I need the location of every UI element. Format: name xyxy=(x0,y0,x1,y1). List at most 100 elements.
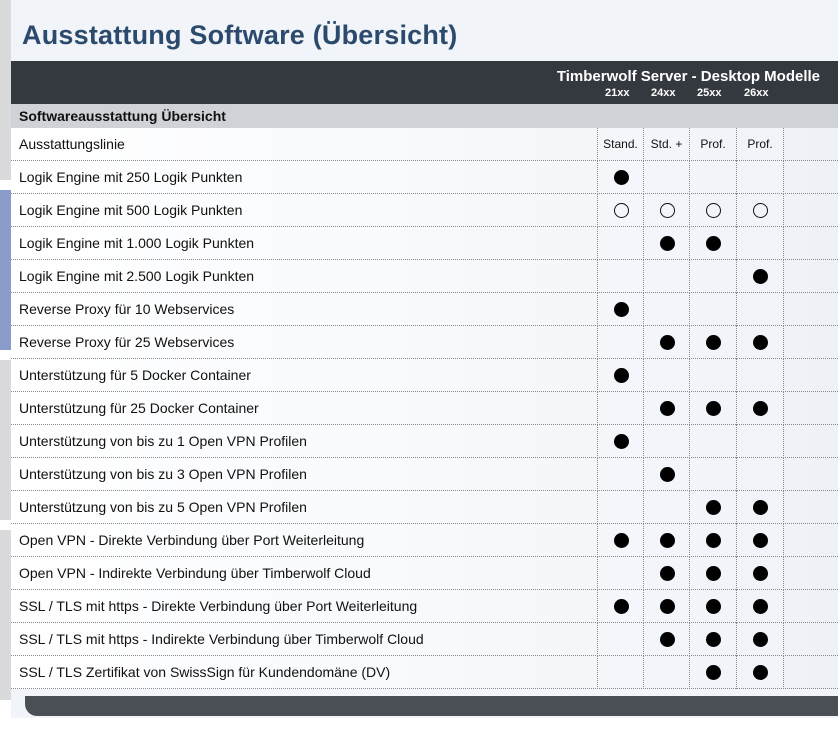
feature-cell xyxy=(597,194,643,227)
filled-circle-icon xyxy=(659,335,675,350)
table-row: Open VPN - Direkte Verbindung über Port … xyxy=(11,524,838,557)
filled-circle-icon xyxy=(613,533,629,548)
filled-circle-icon xyxy=(753,632,768,647)
filled-circle-icon xyxy=(706,533,721,548)
table-row: SSL / TLS mit https - Direkte Verbindung… xyxy=(11,590,838,623)
feature-cell xyxy=(736,161,784,194)
model-code: 25xx xyxy=(697,87,722,99)
product-heading: Timberwolf Server - Desktop Modelle xyxy=(556,68,820,85)
row-label: Reverse Proxy für 10 Webservices xyxy=(19,301,235,317)
row-label: SSL / TLS mit https - Direkte Verbindung… xyxy=(19,598,418,614)
filled-circle-icon xyxy=(753,401,768,416)
feature-cell xyxy=(736,458,784,491)
feature-cell xyxy=(736,656,784,689)
filled-circle-icon xyxy=(753,599,768,614)
row-label: Logik Engine mit 250 Logik Punkten xyxy=(19,169,243,185)
feature-cell xyxy=(597,524,643,557)
row-label: Reverse Proxy für 25 Webservices xyxy=(19,334,235,350)
row-label: Logik Engine mit 500 Logik Punkten xyxy=(19,202,243,218)
column-header: Prof. xyxy=(736,128,784,161)
table-row: Reverse Proxy für 10 Webservices xyxy=(11,293,838,326)
feature-cell xyxy=(736,623,784,656)
feature-cell xyxy=(597,590,643,623)
edge-strip-3 xyxy=(0,360,11,520)
filled-circle-icon xyxy=(706,335,721,350)
filled-circle-icon xyxy=(706,599,721,614)
filled-circle-icon xyxy=(659,236,675,251)
row-label: Logik Engine mit 2.500 Logik Punkten xyxy=(19,268,255,284)
filled-circle-icon xyxy=(613,170,629,185)
filled-circle-icon xyxy=(753,566,768,581)
feature-cell xyxy=(643,458,689,491)
feature-cell xyxy=(689,392,736,425)
page-title: Ausstattung Software (Übersicht) xyxy=(22,20,458,50)
table-row: Unterstützung für 25 Docker Container xyxy=(11,392,838,425)
table-row: Reverse Proxy für 25 Webservices xyxy=(11,326,838,359)
feature-cell xyxy=(597,392,643,425)
feature-cell xyxy=(643,293,689,326)
column-header: Std. + xyxy=(643,128,689,161)
feature-cell xyxy=(689,590,736,623)
feature-cell xyxy=(736,557,784,590)
edge-strip-4 xyxy=(0,530,11,700)
table-row: Unterstützung von bis zu 5 Open VPN Prof… xyxy=(11,491,838,524)
filled-circle-icon xyxy=(659,632,675,647)
feature-cell xyxy=(689,260,736,293)
feature-cell xyxy=(736,359,784,392)
table-row: Logik Engine mit 2.500 Logik Punkten xyxy=(11,260,838,293)
feature-cell xyxy=(597,161,643,194)
open-circle-icon xyxy=(659,203,675,218)
column-header-row: Ausstattungslinie Stand. Std. + Prof. Pr… xyxy=(11,128,838,161)
filled-circle-icon xyxy=(753,335,768,350)
filled-circle-icon xyxy=(753,665,768,680)
table-header: Timberwolf Server - Desktop Modelle 21xx… xyxy=(11,61,838,104)
feature-cell xyxy=(643,656,689,689)
feature-cell xyxy=(736,227,784,260)
table-row: Open VPN - Indirekte Verbindung über Tim… xyxy=(11,557,838,590)
feature-cell xyxy=(736,590,784,623)
feature-cell xyxy=(643,359,689,392)
table-row: SSL / TLS mit https - Indirekte Verbindu… xyxy=(11,623,838,656)
feature-table: Ausstattungslinie Stand. Std. + Prof. Pr… xyxy=(11,128,838,689)
feature-cell xyxy=(643,161,689,194)
feature-cell xyxy=(736,392,784,425)
row-label: Open VPN - Direkte Verbindung über Port … xyxy=(19,532,365,548)
table-row: Unterstützung von bis zu 3 Open VPN Prof… xyxy=(11,458,838,491)
model-code: 26xx xyxy=(744,87,769,99)
feature-cell xyxy=(597,227,643,260)
feature-cell xyxy=(643,557,689,590)
edge-strip-1 xyxy=(0,0,11,180)
feature-cell xyxy=(643,524,689,557)
row-label: Open VPN - Indirekte Verbindung über Tim… xyxy=(19,565,371,581)
filled-circle-icon xyxy=(706,566,721,581)
filled-circle-icon xyxy=(659,401,675,416)
row-label: Ausstattungslinie xyxy=(19,136,125,152)
model-code: 24xx xyxy=(651,87,676,99)
feature-cell xyxy=(689,359,736,392)
filled-circle-icon xyxy=(613,368,629,383)
feature-cell xyxy=(643,491,689,524)
open-circle-icon xyxy=(613,203,629,218)
filled-circle-icon xyxy=(706,632,721,647)
table-row: Logik Engine mit 1.000 Logik Punkten xyxy=(11,227,838,260)
column-header: Prof. xyxy=(689,128,736,161)
feature-cell xyxy=(689,524,736,557)
section-title: Softwareausstattung Übersicht xyxy=(19,108,226,124)
feature-cell xyxy=(689,557,736,590)
feature-cell xyxy=(643,326,689,359)
filled-circle-icon xyxy=(706,236,721,251)
feature-cell xyxy=(597,425,643,458)
feature-cell xyxy=(689,458,736,491)
filled-circle-icon xyxy=(706,665,721,680)
filled-circle-icon xyxy=(659,533,675,548)
feature-cell xyxy=(689,326,736,359)
model-code: 21xx xyxy=(605,87,630,99)
feature-cell xyxy=(643,590,689,623)
feature-cell xyxy=(597,293,643,326)
feature-cell xyxy=(643,227,689,260)
filled-circle-icon xyxy=(659,566,675,581)
table-footer xyxy=(25,696,838,716)
feature-cell xyxy=(643,623,689,656)
feature-cell xyxy=(736,425,784,458)
feature-cell xyxy=(736,524,784,557)
